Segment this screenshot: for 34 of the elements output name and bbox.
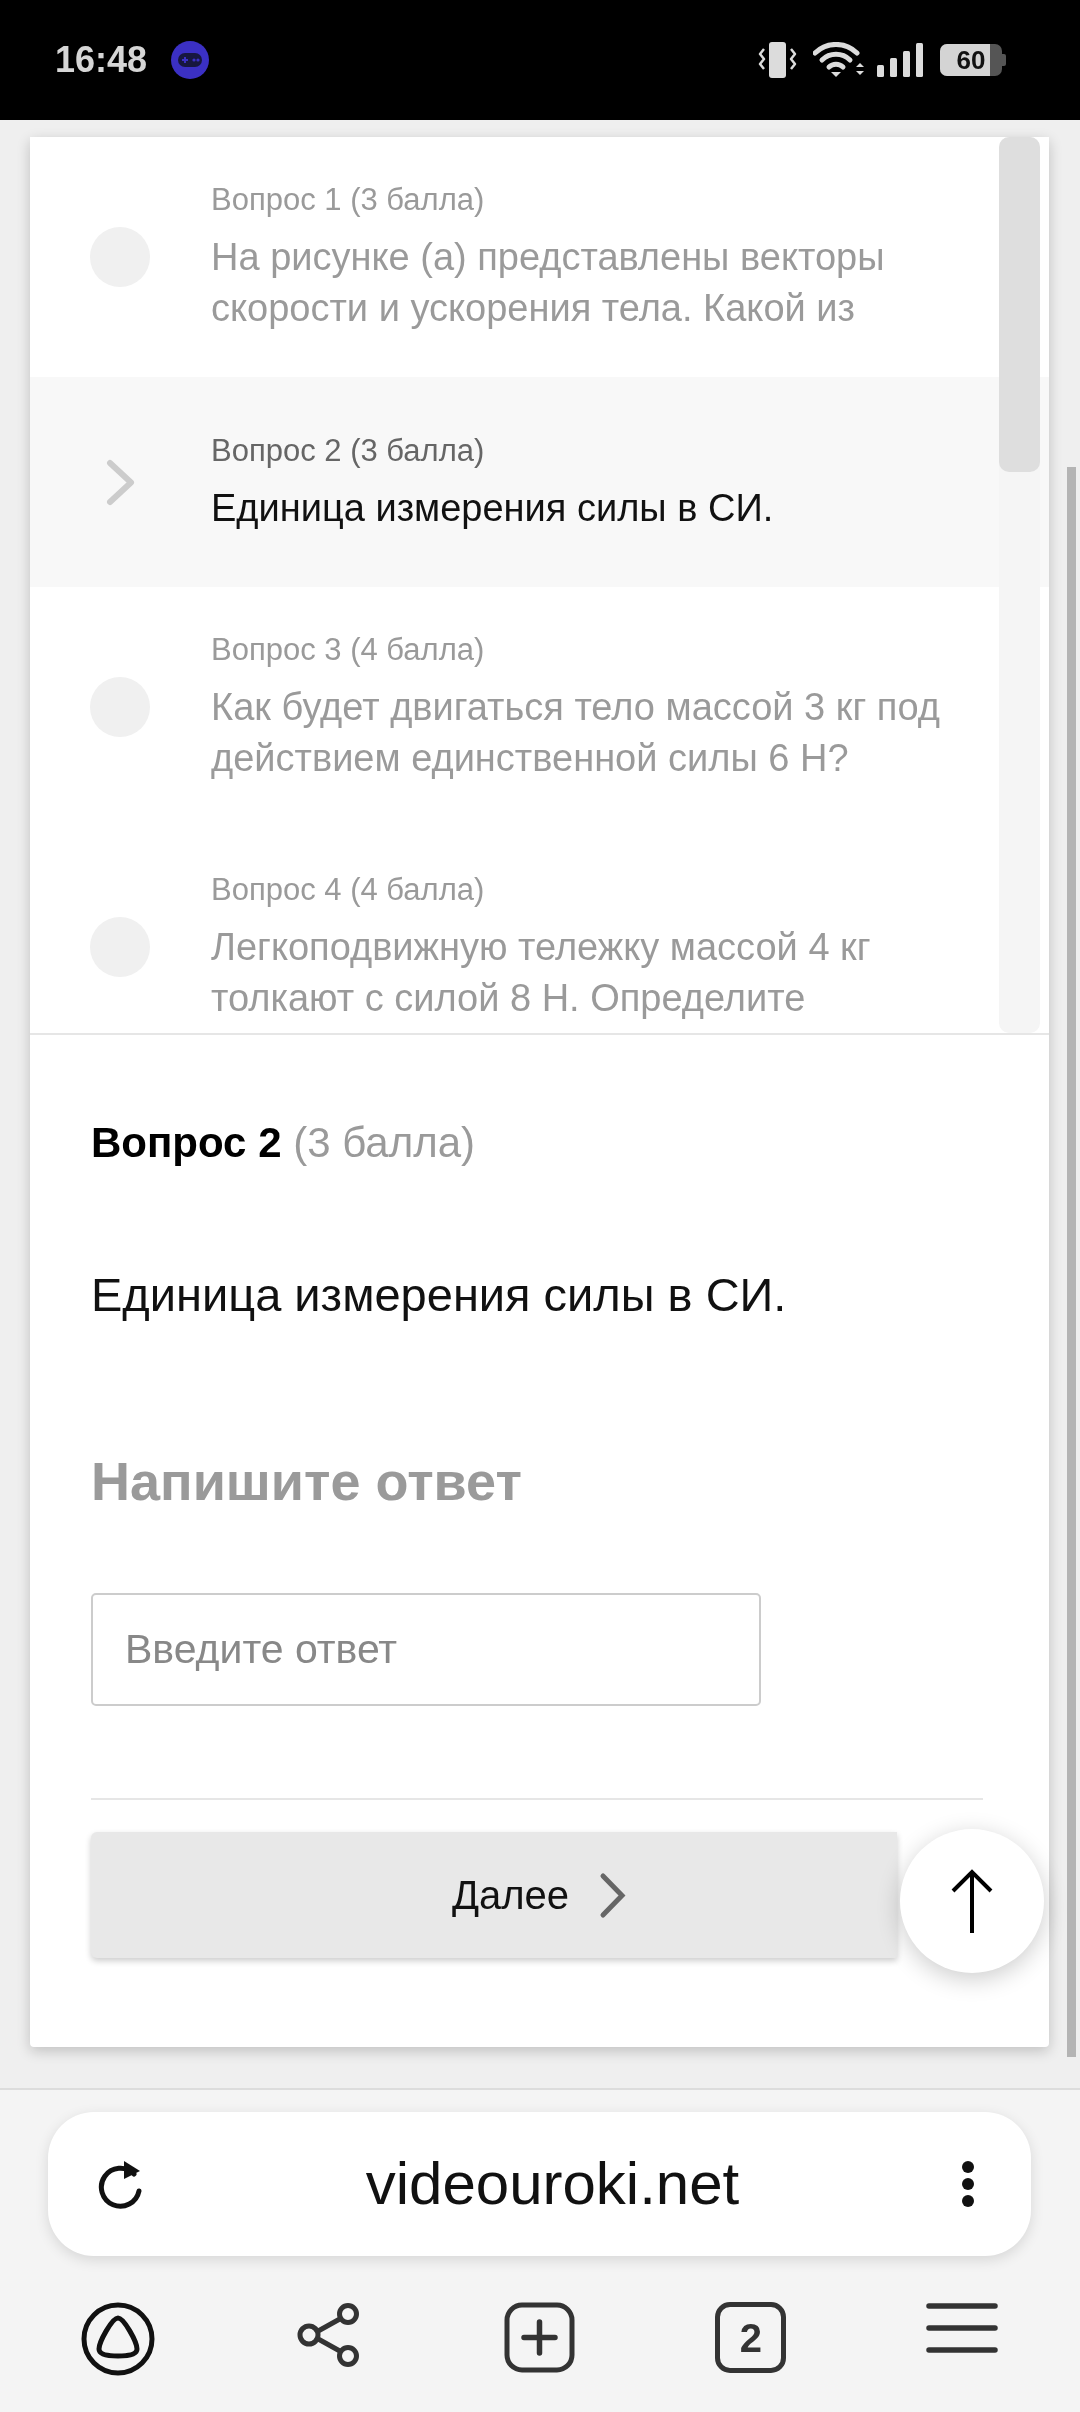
arrow-up-icon (951, 1869, 993, 1933)
address-bar[interactable]: videouroki.net (48, 2112, 1031, 2256)
question-label: Вопрос 1 (3 балла) (211, 181, 486, 219)
vibrate-icon (758, 41, 797, 79)
question-label: Вопрос 4 (4 балла) (211, 871, 486, 909)
question-text: Легкоподвижную тележку массой 4 кг толкают с силой 8 Н. Определите (211, 925, 872, 1021)
question-label: Вопрос 2 (3 балла) (211, 431, 486, 470)
chevron-right-icon (105, 458, 135, 506)
tab-count-button[interactable]: 2 (715, 2302, 787, 2373)
scrollbar-track[interactable] (999, 137, 1040, 1033)
question-heading: Вопрос 2 (3 балла) (91, 1118, 476, 1168)
question-text: Единица измерения силы в СИ. (91, 1267, 788, 1323)
battery-indicator: 60 (940, 44, 1006, 76)
question-text: Как будет двигаться тело массой 3 кг под действием единственной силы 6 Н? (211, 685, 941, 781)
question-label: Вопрос 3 (4 балла) (211, 631, 486, 669)
page-scrollbar[interactable] (1067, 467, 1076, 2057)
clock-time: 16:48 (55, 38, 148, 82)
question-text: На рисунке (а) представлены векторы скорости и ускорения тела. Какой из (211, 235, 886, 331)
chevron-right-icon (599, 1871, 627, 1919)
scrollbar-thumb[interactable] (999, 137, 1040, 472)
more-vertical-icon[interactable] (961, 2160, 975, 2208)
gamepad-icon (171, 41, 210, 79)
wifi-icon (813, 42, 864, 78)
next-button[interactable]: Далее (91, 1832, 897, 1958)
url-text: videouroki.net (364, 2149, 741, 2219)
question-text: Единица измерения силы в СИ. (211, 485, 775, 531)
triangle-ring-icon[interactable] (81, 2302, 156, 2376)
menu-icon[interactable] (925, 2302, 998, 2354)
reload-icon[interactable] (96, 2158, 144, 2210)
question-list-item[interactable]: Вопрос 2 (3 балла) Единица измерения силы в СИ. (30, 377, 1049, 587)
answer-prompt: Напишите ответ (91, 1450, 523, 1513)
answer-input[interactable]: Введите ответ (91, 1593, 761, 1706)
plus-square-icon[interactable] (504, 2302, 576, 2373)
signal-icon (877, 43, 923, 77)
